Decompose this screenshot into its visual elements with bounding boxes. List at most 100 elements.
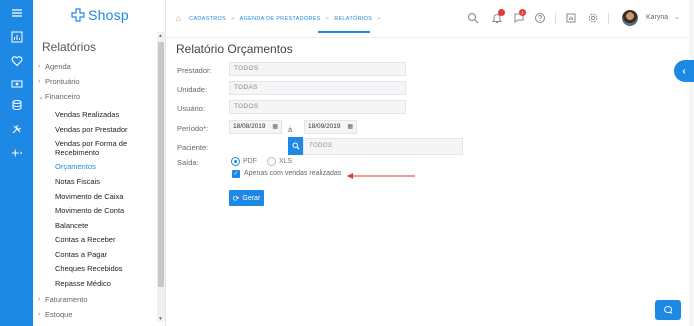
sidebar-item-movimento-conta[interactable]: Movimento de Conta	[55, 206, 151, 215]
home-icon[interactable]: ⌂	[176, 14, 181, 23]
sidebar-group-financeiro[interactable]: ⌄ Financeiro	[38, 92, 80, 101]
sidebar-item-vendas-realizadas[interactable]: Vendas Realizadas	[55, 110, 151, 119]
logo-text: Shosp	[88, 7, 129, 23]
patient-input[interactable]: TODOS	[303, 138, 463, 155]
sidebar-group-agenda[interactable]: › Agenda	[38, 62, 71, 71]
period-separator: à	[288, 125, 293, 134]
sidebar-item-repasse-medico[interactable]: Repasse Médico	[55, 279, 151, 288]
date-to-input[interactable]: 18/09/2019 ▦	[304, 120, 357, 134]
paciente-label: Paciente:	[177, 143, 209, 152]
tools-icon[interactable]	[0, 122, 33, 136]
sidebar-item-orcamentos[interactable]: Orçamentos	[55, 162, 151, 171]
icon-rail	[0, 0, 33, 326]
heart-icon[interactable]	[0, 54, 33, 68]
scroll-down-icon[interactable]: ▼	[158, 316, 163, 322]
collapse-panel-button[interactable]: ‹	[674, 60, 694, 82]
sidebar-group-estoque[interactable]: › Estoque	[38, 310, 73, 319]
date-from-input[interactable]: 18/08/2019 ▦	[229, 120, 282, 134]
prestador-input[interactable]: TODOS	[229, 62, 406, 76]
scroll-up-icon[interactable]: ▲	[158, 33, 163, 39]
message-badge: 1	[519, 9, 526, 16]
chart-icon[interactable]	[0, 30, 33, 44]
usuario-input[interactable]: TODOS	[229, 100, 406, 114]
periodo-label: Período*:	[177, 124, 209, 133]
plus-icon[interactable]	[0, 146, 33, 160]
calendar-icon[interactable]: ▦	[272, 121, 278, 133]
logo-icon	[71, 8, 85, 22]
unidade-input[interactable]: TODAS	[229, 81, 406, 95]
chevron-down-icon[interactable]: ⌄	[674, 13, 680, 21]
search-icon[interactable]	[466, 11, 480, 25]
prestador-label: Prestador:	[177, 66, 212, 75]
sidebar-item-movimento-caixa[interactable]: Movimento de Caixa	[55, 192, 151, 201]
gear-icon[interactable]	[586, 11, 600, 25]
notification-badge	[498, 9, 505, 16]
date-to-value: 18/09/2019	[308, 123, 341, 130]
chevron-left-icon: ‹	[682, 65, 686, 77]
sidebar: Shosp Relatórios › Agenda › Prontuário ⌄…	[33, 0, 166, 326]
generate-button[interactable]: ⟳ Gerar	[229, 190, 264, 206]
breadcrumb-item-active[interactable]: RELATÓRIOS	[334, 16, 372, 22]
usuario-label: Usuário:	[177, 104, 205, 113]
saida-label: Saída:	[177, 158, 199, 167]
only-realized-label[interactable]: Apenas com vendas realizadas	[244, 170, 341, 177]
chat-icon	[664, 306, 673, 314]
sidebar-scrollbar[interactable]: ▲ ▼	[157, 32, 165, 322]
patient-search-button[interactable]	[288, 137, 303, 155]
page-title: Relatório Orçamentos	[176, 42, 293, 56]
sidebar-item-vendas-forma-recebimento[interactable]: Vendas por Forma de Recebimento	[55, 139, 131, 157]
database-icon[interactable]	[0, 98, 33, 112]
sidebar-group-label: Estoque	[45, 310, 73, 319]
chevron-down-icon: ⌄	[38, 93, 44, 101]
generate-label: Gerar	[242, 194, 261, 202]
sidebar-group-faturamento[interactable]: › Faturamento	[38, 295, 88, 304]
output-pdf-label[interactable]: PDF	[243, 158, 257, 165]
search-icon	[291, 142, 300, 150]
grid-icon[interactable]	[564, 11, 578, 25]
avatar[interactable]	[622, 10, 638, 26]
sidebar-item-balancete[interactable]: Balancete	[55, 221, 151, 230]
divider	[608, 13, 609, 24]
chevron-right-icon: ›	[38, 78, 41, 85]
sidebar-group-label: Agenda	[45, 62, 71, 71]
sidebar-item-vendas-por-prestador[interactable]: Vendas por Prestador	[55, 125, 151, 134]
output-xls-label[interactable]: XLS	[279, 158, 292, 165]
breadcrumb-separator: >	[231, 15, 235, 22]
breadcrumb: ⌂ CADASTROS > AGENDA DE PRESTADORES > RE…	[176, 14, 386, 23]
active-tab-underline	[318, 31, 370, 33]
sidebar-title: Relatórios	[42, 40, 97, 54]
calendar-icon[interactable]: ▦	[347, 121, 353, 133]
sidebar-item-contas-receber[interactable]: Contas a Receber	[55, 235, 151, 244]
scrollbar-thumb[interactable]	[158, 42, 164, 287]
sidebar-group-label: Prontuário	[45, 77, 80, 86]
page-scrollbar[interactable]	[689, 0, 694, 326]
unidade-label: Unidade:	[177, 85, 208, 94]
app-logo[interactable]: Shosp	[33, 0, 166, 30]
only-realized-checkbox[interactable]: ✓	[232, 170, 240, 178]
divider	[555, 13, 556, 24]
output-pdf-radio[interactable]	[231, 157, 240, 166]
sidebar-group-label: Faturamento	[45, 295, 88, 304]
refresh-icon: ⟳	[232, 193, 240, 203]
annotation-arrow	[347, 173, 415, 179]
sidebar-group-prontuario[interactable]: › Prontuário	[38, 77, 80, 86]
sidebar-item-notas-fiscais[interactable]: Notas Fiscais	[55, 177, 151, 186]
sidebar-group-label: Financeiro	[45, 92, 81, 101]
chevron-right-icon: ›	[38, 296, 41, 303]
breadcrumb-item[interactable]: AGENDA DE PRESTADORES	[240, 16, 321, 22]
chevron-right-icon: ›	[38, 63, 41, 70]
user-name[interactable]: Karyna	[646, 14, 668, 21]
chat-button[interactable]	[655, 300, 681, 320]
menu-icon[interactable]	[0, 6, 33, 20]
breadcrumb-separator: >	[377, 15, 381, 22]
breadcrumb-separator: >	[325, 15, 330, 22]
breadcrumb-item[interactable]: CADASTROS	[189, 16, 226, 22]
chevron-right-icon: ›	[38, 311, 41, 318]
money-icon[interactable]	[0, 77, 33, 91]
top-bar: ⌂ CADASTROS > AGENDA DE PRESTADORES > RE…	[166, 0, 694, 38]
help-icon[interactable]	[533, 11, 547, 25]
sidebar-item-cheques-recebidos[interactable]: Cheques Recebidos	[55, 264, 151, 273]
date-from-value: 18/08/2019	[233, 123, 266, 130]
sidebar-item-contas-pagar[interactable]: Contas a Pagar	[55, 250, 151, 259]
output-xls-radio[interactable]	[267, 157, 276, 166]
